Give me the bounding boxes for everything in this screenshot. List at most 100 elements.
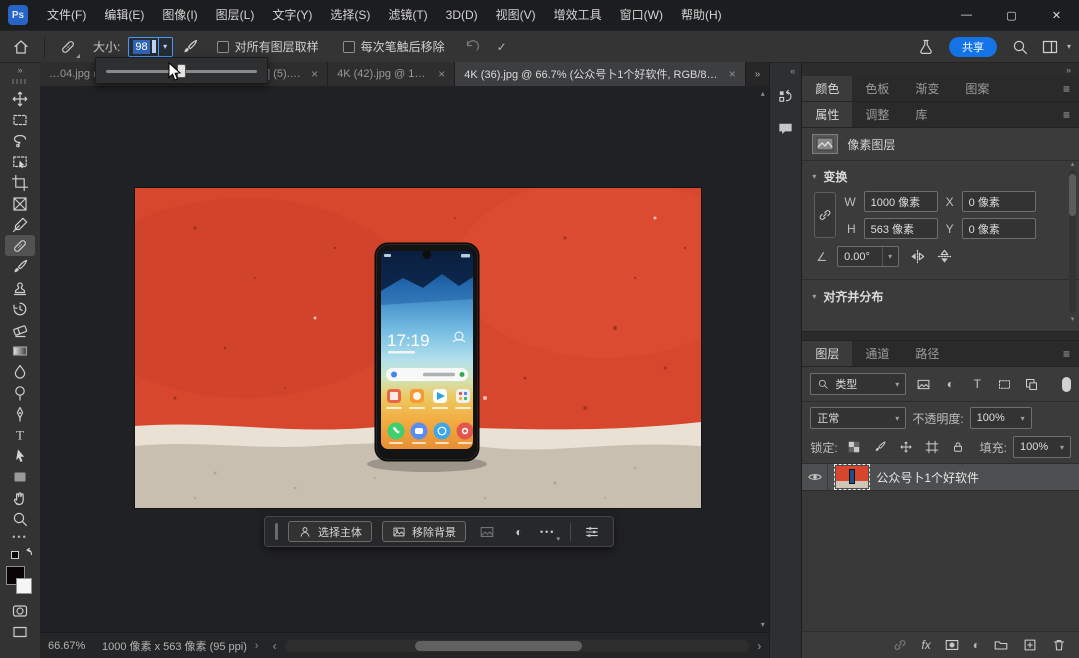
remove-background-button[interactable]: 移除背景 (382, 521, 466, 542)
tab-close-icon[interactable]: × (729, 67, 736, 81)
filter-shape-layers-icon[interactable] (994, 375, 1014, 393)
brush-size-input[interactable]: 98 ▾ (128, 37, 172, 57)
transform-section-header[interactable]: ▾ 变换 (802, 161, 1079, 189)
screen-mode-button[interactable] (5, 621, 35, 642)
crop-image-icon[interactable] (476, 521, 498, 543)
rectangular-marquee-tool[interactable] (5, 109, 35, 130)
link-dimensions-button[interactable] (814, 192, 836, 238)
remove-after-stroke-checkbox[interactable]: 每次笔触后移除 (343, 38, 445, 55)
brush-settings-button[interactable] (177, 35, 203, 59)
link-layers-icon[interactable] (892, 637, 908, 653)
tab-libraries[interactable]: 库 (902, 102, 940, 127)
edit-toolbar-button[interactable]: ••• (12, 529, 27, 545)
select-subject-button[interactable]: 选择主体 (288, 521, 372, 542)
new-group-icon[interactable] (993, 637, 1009, 653)
workspace-switcher-button[interactable] (1037, 35, 1063, 59)
taskbar-drag-handle[interactable] (275, 523, 278, 540)
quick-mask-button[interactable] (5, 600, 35, 621)
tool-preset-button[interactable] (55, 35, 81, 59)
tab-paths[interactable]: 路径 (902, 341, 952, 366)
filter-type-layers-icon[interactable]: T (967, 375, 987, 393)
object-selection-tool[interactable] (5, 151, 35, 172)
maximize-button[interactable]: ▢ (989, 0, 1034, 30)
type-tool[interactable]: T (5, 424, 35, 445)
menu-file[interactable]: 文件(F) (38, 0, 95, 30)
chevron-down-icon[interactable]: ▾ (882, 247, 892, 266)
lock-position-icon[interactable] (896, 438, 916, 456)
minimize-button[interactable]: — (944, 0, 989, 30)
path-selection-tool[interactable] (5, 445, 35, 466)
delete-layer-icon[interactable] (1051, 637, 1067, 653)
move-tool[interactable] (5, 88, 35, 109)
layer-row-selected[interactable]: 公众号卜1个好软件 (802, 464, 1079, 491)
document-tab-3[interactable]: 4K (42).jpg @ 16… × (328, 62, 455, 86)
height-input[interactable]: 563 像素 (864, 218, 938, 239)
tab-color[interactable]: 颜色 (802, 76, 852, 101)
scrollbar-track[interactable] (1069, 170, 1076, 313)
menu-image[interactable]: 图像(I) (153, 0, 206, 30)
flip-horizontal-icon[interactable] (909, 248, 926, 265)
menu-plugins[interactable]: 增效工具 (545, 0, 611, 30)
tools-collapse-icon[interactable]: » (17, 63, 22, 77)
tab-swatches[interactable]: 色板 (852, 76, 902, 101)
tab-gradients[interactable]: 渐变 (902, 76, 952, 101)
adjustments-icon[interactable]: ◐ (508, 521, 530, 543)
adjustment-layer-icon[interactable]: ◐ (973, 638, 980, 652)
tab-overflow-icon[interactable]: » (746, 62, 770, 86)
filter-adjustment-layers-icon[interactable]: ◐ (940, 375, 960, 393)
menu-3d[interactable]: 3D(D) (437, 0, 487, 30)
tab-channels[interactable]: 通道 (852, 341, 902, 366)
menu-type[interactable]: 文字(Y) (263, 0, 321, 30)
tab-close-icon[interactable]: × (438, 67, 445, 81)
menu-view[interactable]: 视图(V) (487, 0, 545, 30)
history-brush-tool[interactable] (5, 298, 35, 319)
layer-name[interactable]: 公众号卜1个好软件 (876, 469, 979, 486)
tab-adjustments[interactable]: 调整 (852, 102, 902, 127)
background-color-swatch[interactable] (16, 578, 32, 594)
blend-mode-select[interactable]: 正常 ▾ (810, 407, 906, 429)
blur-tool[interactable] (5, 361, 35, 382)
sample-all-layers-checkbox[interactable]: 对所有图层取样 (217, 38, 319, 55)
scroll-down-icon[interactable]: ▾ (761, 620, 765, 629)
menu-edit[interactable]: 编辑(E) (95, 0, 153, 30)
brush-tool[interactable] (5, 256, 35, 277)
horizontal-scrollbar[interactable]: ‹ › (265, 633, 770, 658)
document-tab-4-active[interactable]: 4K (36).jpg @ 66.7% (公众号卜1个好软件, RGB/8#) … (455, 62, 745, 86)
workspace-caret-icon[interactable]: ▾ (1067, 42, 1071, 51)
status-chevron-icon[interactable]: › (255, 640, 259, 652)
lock-artboard-icon[interactable] (922, 438, 942, 456)
filter-pixel-layers-icon[interactable] (913, 375, 933, 393)
panel-menu-icon[interactable]: ≡ (1054, 102, 1079, 127)
history-panel-button[interactable] (774, 84, 798, 108)
close-button[interactable]: ✕ (1034, 0, 1079, 30)
lock-pixels-icon[interactable] (870, 438, 890, 456)
menu-help[interactable]: 帮助(H) (672, 0, 731, 30)
width-input[interactable]: 1000 像素 (864, 191, 938, 212)
filter-smart-objects-icon[interactable] (1021, 375, 1041, 393)
spot-healing-brush-tool[interactable] (5, 235, 35, 256)
tab-layers[interactable]: 图层 (802, 341, 852, 366)
layer-visibility-toggle[interactable] (802, 464, 828, 490)
layer-mask-icon[interactable] (944, 637, 960, 653)
scrollbar-thumb[interactable] (415, 641, 582, 651)
filter-type-select[interactable]: 类型 ▾ (810, 373, 906, 395)
rotation-input[interactable]: 0.00° ▾ (837, 246, 899, 267)
hand-tool[interactable] (5, 487, 35, 508)
brush-size-dropdown[interactable]: ▾ (158, 38, 172, 56)
y-input[interactable]: 0 像素 (962, 218, 1036, 239)
properties-scrollbar[interactable]: ▴ ▾ (1068, 160, 1077, 323)
layer-style-icon[interactable]: fx (921, 638, 930, 652)
layer-filter-toggle[interactable] (1062, 377, 1071, 392)
dodge-tool[interactable] (5, 382, 35, 403)
dock-collapse-icon[interactable]: » (802, 63, 1079, 76)
lasso-tool[interactable] (5, 130, 35, 151)
scroll-up-icon[interactable]: ▴ (1071, 160, 1075, 168)
tab-close-icon[interactable]: × (311, 67, 318, 81)
reset-button[interactable] (459, 35, 485, 59)
tab-patterns[interactable]: 图案 (952, 76, 1002, 101)
tab-properties[interactable]: 属性 (802, 102, 852, 127)
taskbar-properties-icon[interactable] (581, 521, 603, 543)
new-layer-icon[interactable] (1022, 637, 1038, 653)
clone-stamp-tool[interactable] (5, 277, 35, 298)
scroll-down-icon[interactable]: ▾ (1071, 315, 1075, 323)
